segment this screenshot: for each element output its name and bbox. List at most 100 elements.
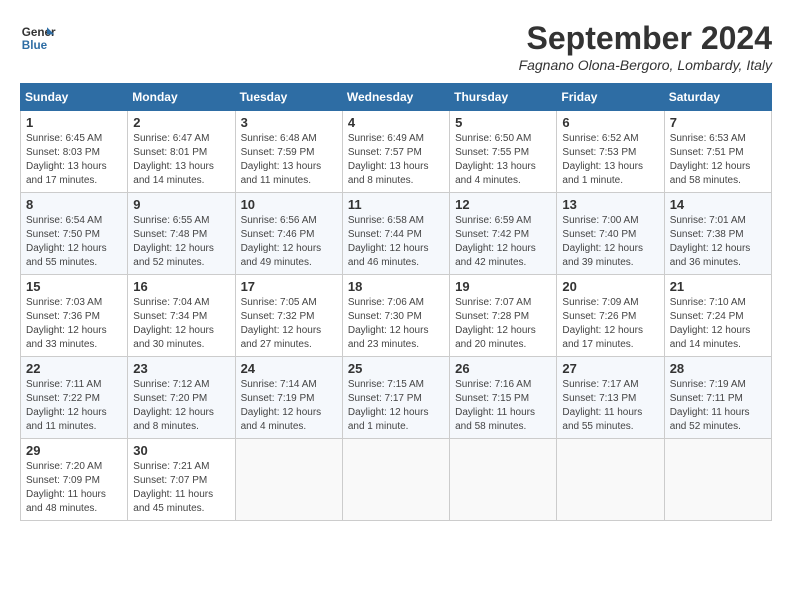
day-number: 3: [241, 115, 337, 130]
day-number: 7: [670, 115, 766, 130]
day-number: 23: [133, 361, 229, 376]
calendar-cell: 22 Sunrise: 7:11 AM Sunset: 7:22 PM Dayli…: [21, 357, 128, 439]
day-number: 28: [670, 361, 766, 376]
day-info: Sunrise: 7:19 AM Sunset: 7:11 PM Dayligh…: [670, 378, 766, 434]
day-number: 21: [670, 279, 766, 294]
calendar-cell: 18 Sunrise: 7:06 AM Sunset: 7:30 PM Dayli…: [342, 275, 449, 357]
day-info: Sunrise: 6:59 AM Sunset: 7:42 PM Dayligh…: [455, 214, 551, 270]
header-row: SundayMondayTuesdayWednesdayThursdayFrid…: [21, 84, 772, 111]
calendar-cell: [664, 439, 771, 521]
day-info: Sunrise: 7:20 AM Sunset: 7:09 PM Dayligh…: [26, 460, 122, 516]
calendar-cell: 25Sunrise: 7:15 AM Sunset: 7:17 PM Dayli…: [342, 357, 449, 439]
day-number: 4: [348, 115, 444, 130]
column-header-wednesday: Wednesday: [342, 84, 449, 111]
calendar-cell: [557, 439, 664, 521]
day-number: 10: [241, 197, 337, 212]
day-info: Sunrise: 7:00 AM Sunset: 7:40 PM Dayligh…: [562, 214, 658, 270]
calendar-table: SundayMondayTuesdayWednesdayThursdayFrid…: [20, 83, 772, 521]
day-number: 16: [133, 279, 229, 294]
calendar-cell: 20 Sunrise: 7:09 AM Sunset: 7:26 PM Dayli…: [557, 275, 664, 357]
day-info: Sunrise: 7:05 AM Sunset: 7:32 PM Dayligh…: [241, 296, 337, 352]
day-number: 27: [562, 361, 658, 376]
day-number: 5: [455, 115, 551, 130]
calendar-cell: 17 Sunrise: 7:05 AM Sunset: 7:32 PM Dayli…: [235, 275, 342, 357]
day-number: 12: [455, 197, 551, 212]
calendar-week-4: 22 Sunrise: 7:11 AM Sunset: 7:22 PM Dayli…: [21, 357, 772, 439]
day-info: Sunrise: 7:17 AM Sunset: 7:13 PM Dayligh…: [562, 378, 658, 434]
day-number: 30: [133, 443, 229, 458]
column-header-thursday: Thursday: [450, 84, 557, 111]
day-number: 18: [348, 279, 444, 294]
day-number: 8: [26, 197, 122, 212]
calendar-cell: 19 Sunrise: 7:07 AM Sunset: 7:28 PM Dayli…: [450, 275, 557, 357]
calendar-cell: 26 Sunrise: 7:16 AM Sunset: 7:15 PM Dayli…: [450, 357, 557, 439]
calendar-cell: 16 Sunrise: 7:04 AM Sunset: 7:34 PM Dayli…: [128, 275, 235, 357]
calendar-cell: 27 Sunrise: 7:17 AM Sunset: 7:13 PM Dayli…: [557, 357, 664, 439]
calendar-week-5: 29 Sunrise: 7:20 AM Sunset: 7:09 PM Dayli…: [21, 439, 772, 521]
calendar-cell: 9Sunrise: 6:55 AM Sunset: 7:48 PM Daylig…: [128, 193, 235, 275]
column-header-monday: Monday: [128, 84, 235, 111]
calendar-cell: 7 Sunrise: 6:53 AM Sunset: 7:51 PM Daylig…: [664, 111, 771, 193]
day-info: Sunrise: 6:49 AM Sunset: 7:57 PM Dayligh…: [348, 132, 444, 188]
day-info: Sunrise: 7:07 AM Sunset: 7:28 PM Dayligh…: [455, 296, 551, 352]
calendar-cell: 13 Sunrise: 7:00 AM Sunset: 7:40 PM Dayli…: [557, 193, 664, 275]
day-info: Sunrise: 7:03 AM Sunset: 7:36 PM Dayligh…: [26, 296, 122, 352]
calendar-cell: 21Sunrise: 7:10 AM Sunset: 7:24 PM Dayli…: [664, 275, 771, 357]
location: Fagnano Olona-Bergoro, Lombardy, Italy: [519, 57, 772, 73]
day-number: 6: [562, 115, 658, 130]
column-header-sunday: Sunday: [21, 84, 128, 111]
calendar-cell: 11 Sunrise: 6:58 AM Sunset: 7:44 PM Dayli…: [342, 193, 449, 275]
calendar-week-2: 8 Sunrise: 6:54 AM Sunset: 7:50 PM Daylig…: [21, 193, 772, 275]
calendar-cell: [235, 439, 342, 521]
calendar-cell: 23 Sunrise: 7:12 AM Sunset: 7:20 PM Dayli…: [128, 357, 235, 439]
day-number: 14: [670, 197, 766, 212]
day-number: 19: [455, 279, 551, 294]
column-header-friday: Friday: [557, 84, 664, 111]
day-number: 13: [562, 197, 658, 212]
day-info: Sunrise: 7:06 AM Sunset: 7:30 PM Dayligh…: [348, 296, 444, 352]
calendar-cell: 4 Sunrise: 6:49 AM Sunset: 7:57 PM Daylig…: [342, 111, 449, 193]
calendar-cell: 29 Sunrise: 7:20 AM Sunset: 7:09 PM Dayli…: [21, 439, 128, 521]
day-info: Sunrise: 6:50 AM Sunset: 7:55 PM Dayligh…: [455, 132, 551, 188]
day-number: 25: [348, 361, 444, 376]
day-info: Sunrise: 6:54 AM Sunset: 7:50 PM Dayligh…: [26, 214, 122, 270]
day-info: Sunrise: 6:58 AM Sunset: 7:44 PM Dayligh…: [348, 214, 444, 270]
day-info: Sunrise: 6:48 AM Sunset: 7:59 PM Dayligh…: [241, 132, 337, 188]
day-info: Sunrise: 7:01 AM Sunset: 7:38 PM Dayligh…: [670, 214, 766, 270]
day-number: 26: [455, 361, 551, 376]
calendar-cell: 15 Sunrise: 7:03 AM Sunset: 7:36 PM Dayli…: [21, 275, 128, 357]
day-info: Sunrise: 7:04 AM Sunset: 7:34 PM Dayligh…: [133, 296, 229, 352]
day-info: Sunrise: 7:11 AM Sunset: 7:22 PM Dayligh…: [26, 378, 122, 434]
calendar-week-1: 1 Sunrise: 6:45 AM Sunset: 8:03 PM Daylig…: [21, 111, 772, 193]
calendar-cell: 8 Sunrise: 6:54 AM Sunset: 7:50 PM Daylig…: [21, 193, 128, 275]
day-number: 9: [133, 197, 229, 212]
day-number: 24: [241, 361, 337, 376]
column-header-tuesday: Tuesday: [235, 84, 342, 111]
calendar-cell: 10Sunrise: 6:56 AM Sunset: 7:46 PM Dayli…: [235, 193, 342, 275]
day-info: Sunrise: 7:16 AM Sunset: 7:15 PM Dayligh…: [455, 378, 551, 434]
calendar-cell: 3 Sunrise: 6:48 AM Sunset: 7:59 PM Daylig…: [235, 111, 342, 193]
day-info: Sunrise: 7:09 AM Sunset: 7:26 PM Dayligh…: [562, 296, 658, 352]
calendar-cell: 12 Sunrise: 6:59 AM Sunset: 7:42 PM Dayli…: [450, 193, 557, 275]
day-number: 22: [26, 361, 122, 376]
day-number: 20: [562, 279, 658, 294]
calendar-cell: 24Sunrise: 7:14 AM Sunset: 7:19 PM Dayli…: [235, 357, 342, 439]
logo-icon: General Blue: [20, 20, 56, 56]
day-number: 17: [241, 279, 337, 294]
day-number: 29: [26, 443, 122, 458]
day-info: Sunrise: 6:45 AM Sunset: 8:03 PM Dayligh…: [26, 132, 122, 188]
calendar-cell: 5 Sunrise: 6:50 AM Sunset: 7:55 PM Daylig…: [450, 111, 557, 193]
page-header: General Blue September 2024 Fagnano Olon…: [20, 20, 772, 73]
calendar-cell: [342, 439, 449, 521]
title-area: September 2024 Fagnano Olona-Bergoro, Lo…: [519, 20, 772, 73]
calendar-cell: 30Sunrise: 7:21 AM Sunset: 7:07 PM Dayli…: [128, 439, 235, 521]
day-number: 11: [348, 197, 444, 212]
day-info: Sunrise: 7:12 AM Sunset: 7:20 PM Dayligh…: [133, 378, 229, 434]
column-header-saturday: Saturday: [664, 84, 771, 111]
day-info: Sunrise: 6:52 AM Sunset: 7:53 PM Dayligh…: [562, 132, 658, 188]
day-number: 1: [26, 115, 122, 130]
calendar-cell: 6 Sunrise: 6:52 AM Sunset: 7:53 PM Daylig…: [557, 111, 664, 193]
day-info: Sunrise: 6:47 AM Sunset: 8:01 PM Dayligh…: [133, 132, 229, 188]
day-info: Sunrise: 6:53 AM Sunset: 7:51 PM Dayligh…: [670, 132, 766, 188]
day-number: 15: [26, 279, 122, 294]
